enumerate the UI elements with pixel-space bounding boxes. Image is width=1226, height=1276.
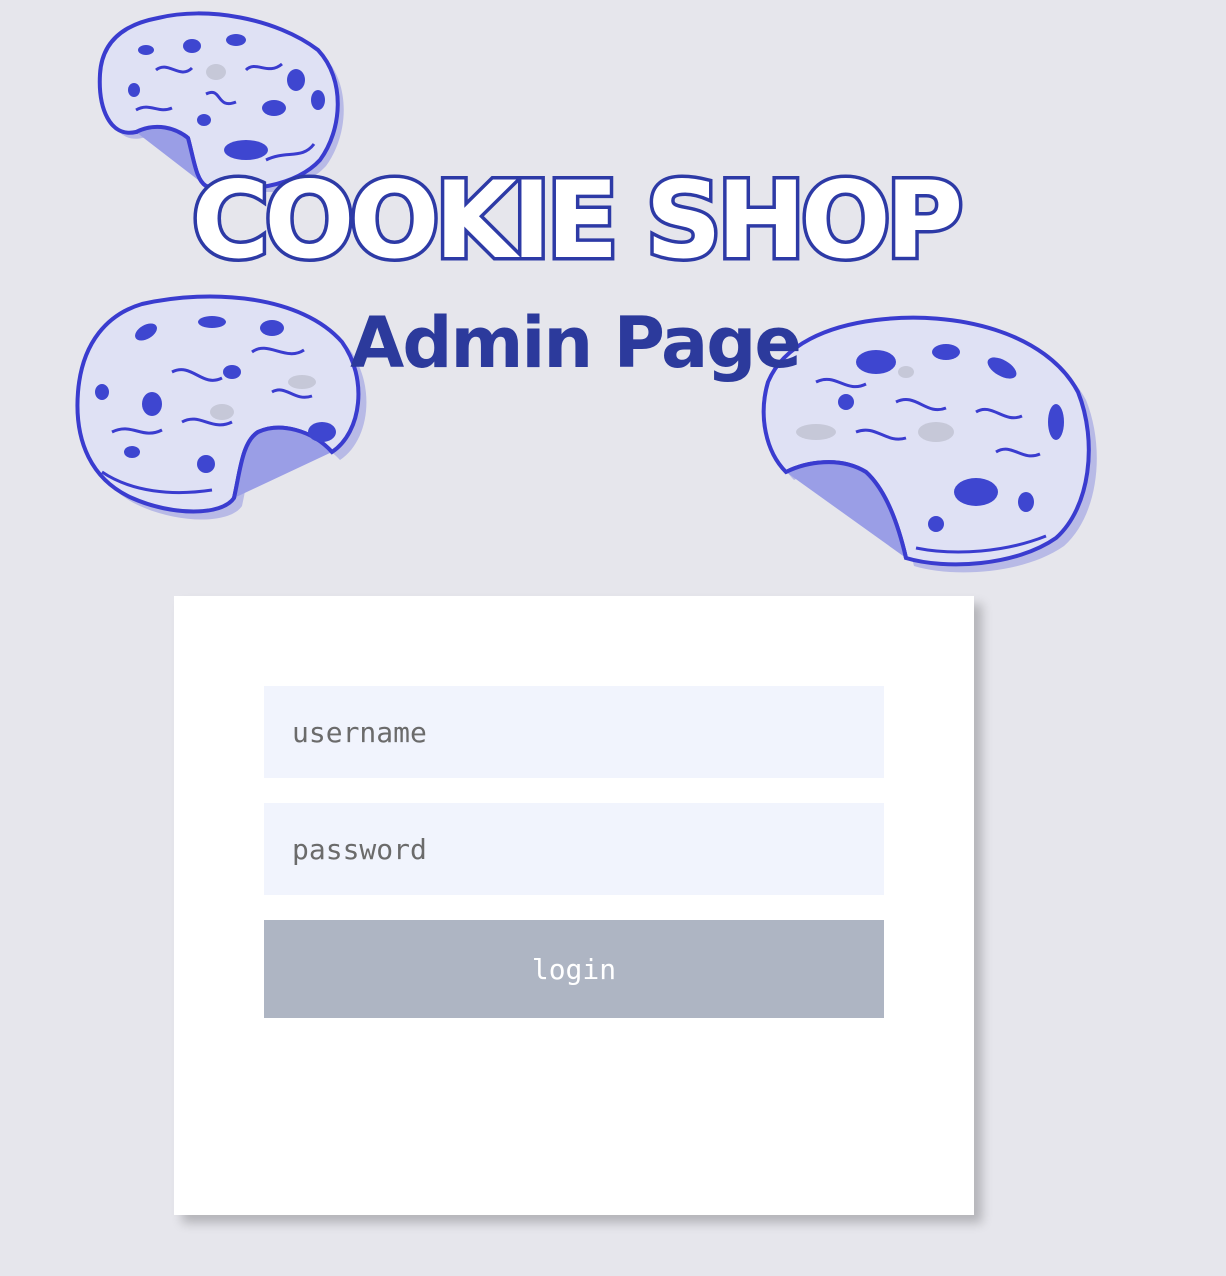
login-page: COOKIE SHOP Admin Page login	[0, 0, 1226, 1276]
page-title: COOKIE SHOP	[188, 159, 967, 282]
password-input[interactable]	[264, 803, 884, 895]
login-card: login	[174, 596, 974, 1215]
page-subtitle: Admin Page	[350, 302, 802, 384]
username-input[interactable]	[264, 686, 884, 778]
login-button[interactable]: login	[264, 920, 884, 1018]
